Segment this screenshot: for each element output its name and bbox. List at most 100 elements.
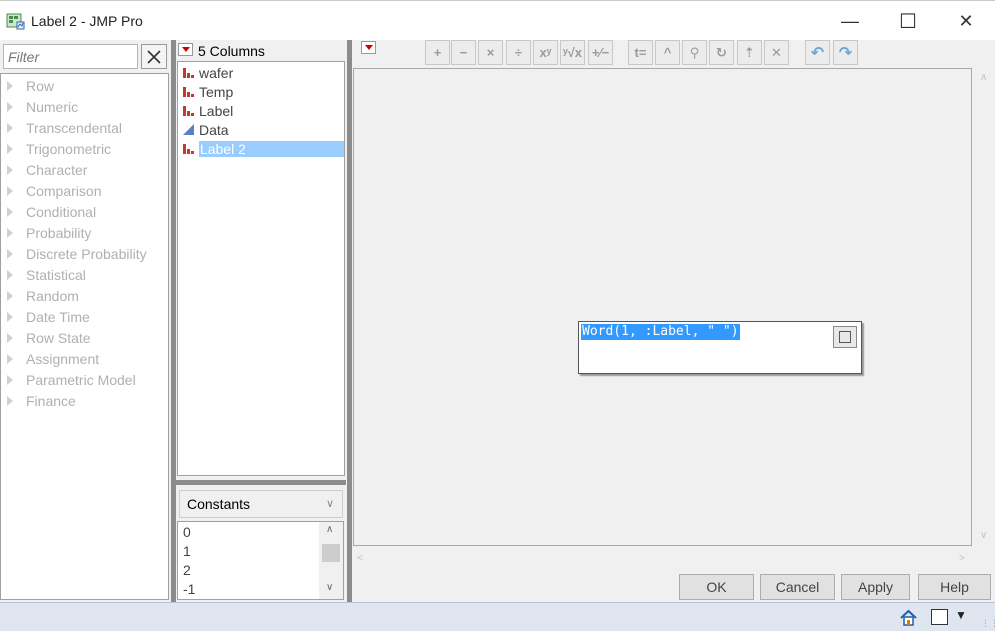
function-category-label: Row State (26, 329, 91, 346)
constant-item[interactable]: 0 (183, 524, 191, 540)
subtract-button[interactable]: − (451, 40, 476, 65)
redo-button[interactable]: ↷ (833, 40, 858, 65)
function-category-item[interactable]: Probability (7, 222, 91, 243)
window-list-dropdown-icon[interactable]: ▼ (955, 608, 967, 622)
function-category-item[interactable]: Comparison (7, 180, 101, 201)
scroll-right-icon[interactable]: > (959, 553, 965, 564)
expand-triangle-icon[interactable] (7, 80, 13, 91)
function-category-item[interactable]: Row State (7, 327, 91, 348)
constant-item[interactable]: -1 (183, 581, 195, 597)
root-button[interactable]: ʸ√x (560, 40, 585, 65)
function-category-item[interactable]: Statistical (7, 264, 86, 285)
multiply-button[interactable]: × (478, 40, 503, 65)
power-button[interactable]: xʸ (533, 40, 558, 65)
filter-clear-button[interactable] (141, 44, 167, 69)
change-sign-button[interactable]: +∕− (588, 40, 613, 65)
scroll-down-icon[interactable]: ∨ (980, 530, 987, 541)
function-category-item[interactable]: Assignment (7, 348, 99, 369)
function-category-item[interactable]: Random (7, 285, 79, 306)
ok-button[interactable]: OK (679, 574, 754, 600)
constants-dropdown[interactable]: Constants ∨ (179, 490, 343, 518)
expand-triangle-icon[interactable] (7, 143, 13, 154)
constant-item[interactable]: 1 (183, 543, 191, 559)
apply-func-button[interactable]: ⇡ (737, 40, 762, 65)
column-item-temp[interactable]: Temp (180, 82, 344, 101)
help-button[interactable]: Help (918, 574, 991, 600)
constants-dropdown-value: Constants (187, 496, 251, 512)
column-item-wafer[interactable]: wafer (180, 63, 344, 82)
column-label: Label (199, 102, 234, 119)
expand-triangle-icon[interactable] (7, 101, 13, 112)
formula-expression[interactable]: Word(1, :Label, " ") (581, 324, 740, 340)
delete-icon: ✕ (771, 44, 782, 60)
expand-toggle-icon[interactable] (833, 326, 857, 348)
window-list-icon[interactable] (931, 609, 948, 625)
expand-triangle-icon[interactable] (7, 395, 13, 406)
divide-button[interactable]: ÷ (506, 40, 531, 65)
search-button[interactable]: ⚲ (682, 40, 707, 65)
function-category-item[interactable]: Parametric Model (7, 369, 136, 390)
title-bar: Label 2 - JMP Pro — ☐ ✕ (0, 0, 995, 40)
canvas-horizontal-scrollbar[interactable]: < > (353, 549, 972, 569)
scroll-up-icon[interactable]: ∧ (980, 72, 987, 83)
jmp-app-icon (6, 13, 25, 30)
close-button[interactable]: ✕ (937, 1, 995, 41)
expand-triangle-icon[interactable] (7, 353, 13, 364)
function-category-item[interactable]: Trigonometric (7, 138, 111, 159)
expand-triangle-icon[interactable] (7, 269, 13, 280)
function-filter-input[interactable] (3, 44, 138, 69)
expand-triangle-icon[interactable] (7, 332, 13, 343)
formula-canvas[interactable]: Word(1, :Label, " ") (353, 68, 972, 546)
expand-triangle-icon[interactable] (7, 248, 13, 259)
columns-red-triangle-menu[interactable] (178, 43, 193, 56)
scroll-thumb[interactable] (322, 544, 340, 562)
minimize-button[interactable]: — (821, 1, 879, 41)
function-category-item[interactable]: Character (7, 159, 87, 180)
canvas-vertical-scrollbar[interactable]: ∧ ∨ (974, 68, 994, 546)
column-item-label[interactable]: Label (180, 101, 344, 120)
undo-button[interactable]: ↶ (805, 40, 830, 65)
columns-constants-splitter[interactable] (176, 480, 346, 485)
function-category-item[interactable]: Finance (7, 390, 76, 411)
expand-triangle-icon[interactable] (7, 227, 13, 238)
formula-red-triangle-menu[interactable] (361, 41, 376, 54)
function-category-label: Date Time (26, 308, 90, 325)
function-category-item[interactable]: Row (7, 75, 54, 96)
constant-item[interactable]: 2 (183, 562, 191, 578)
local-variable-button[interactable]: t= (628, 40, 653, 65)
function-category-label: Numeric (26, 98, 79, 115)
maximize-button[interactable]: ☐ (879, 1, 937, 41)
function-category-item[interactable]: Numeric (7, 96, 78, 117)
column-list: wafer Temp Label Data Label 2 (177, 61, 345, 476)
scroll-down-icon[interactable]: ∨ (326, 582, 333, 593)
delete-button[interactable]: ✕ (764, 40, 789, 65)
column-item-data[interactable]: Data (180, 120, 344, 139)
peel-icon: ^ (663, 45, 672, 60)
resize-grip-icon[interactable]: ⋮⋮ (981, 618, 995, 629)
function-category-item[interactable]: Transcendental (7, 117, 122, 138)
expand-triangle-icon[interactable] (7, 290, 13, 301)
function-category-label: Probability (26, 224, 92, 241)
scroll-left-icon[interactable]: < (357, 553, 363, 564)
function-category-item[interactable]: Conditional (7, 201, 96, 222)
expand-triangle-icon[interactable] (7, 206, 13, 217)
expand-triangle-icon[interactable] (7, 311, 13, 322)
constants-scrollbar[interactable]: ∧ ∨ (319, 522, 343, 599)
expand-triangle-icon[interactable] (7, 185, 13, 196)
add-button[interactable]: + (425, 40, 450, 65)
scroll-up-icon[interactable]: ∧ (326, 524, 333, 535)
expand-triangle-icon[interactable] (7, 122, 13, 133)
function-category-item[interactable]: Date Time (7, 306, 90, 327)
expand-triangle-icon[interactable] (7, 374, 13, 385)
apply-button[interactable]: Apply (841, 574, 910, 600)
column-item-label-2[interactable]: Label 2 (180, 139, 344, 158)
cancel-button[interactable]: Cancel (760, 574, 835, 600)
function-category-item[interactable]: Discrete Probability (7, 243, 147, 264)
home-icon[interactable] (898, 607, 919, 628)
peel-button[interactable]: ^ (655, 40, 680, 65)
expand-triangle-icon[interactable] (7, 164, 13, 175)
power-icon: xʸ (539, 45, 552, 60)
refresh-button[interactable]: ↻ (709, 40, 734, 65)
function-category-label: Statistical (26, 266, 86, 283)
formula-expression-box[interactable]: Word(1, :Label, " ") (578, 321, 862, 374)
